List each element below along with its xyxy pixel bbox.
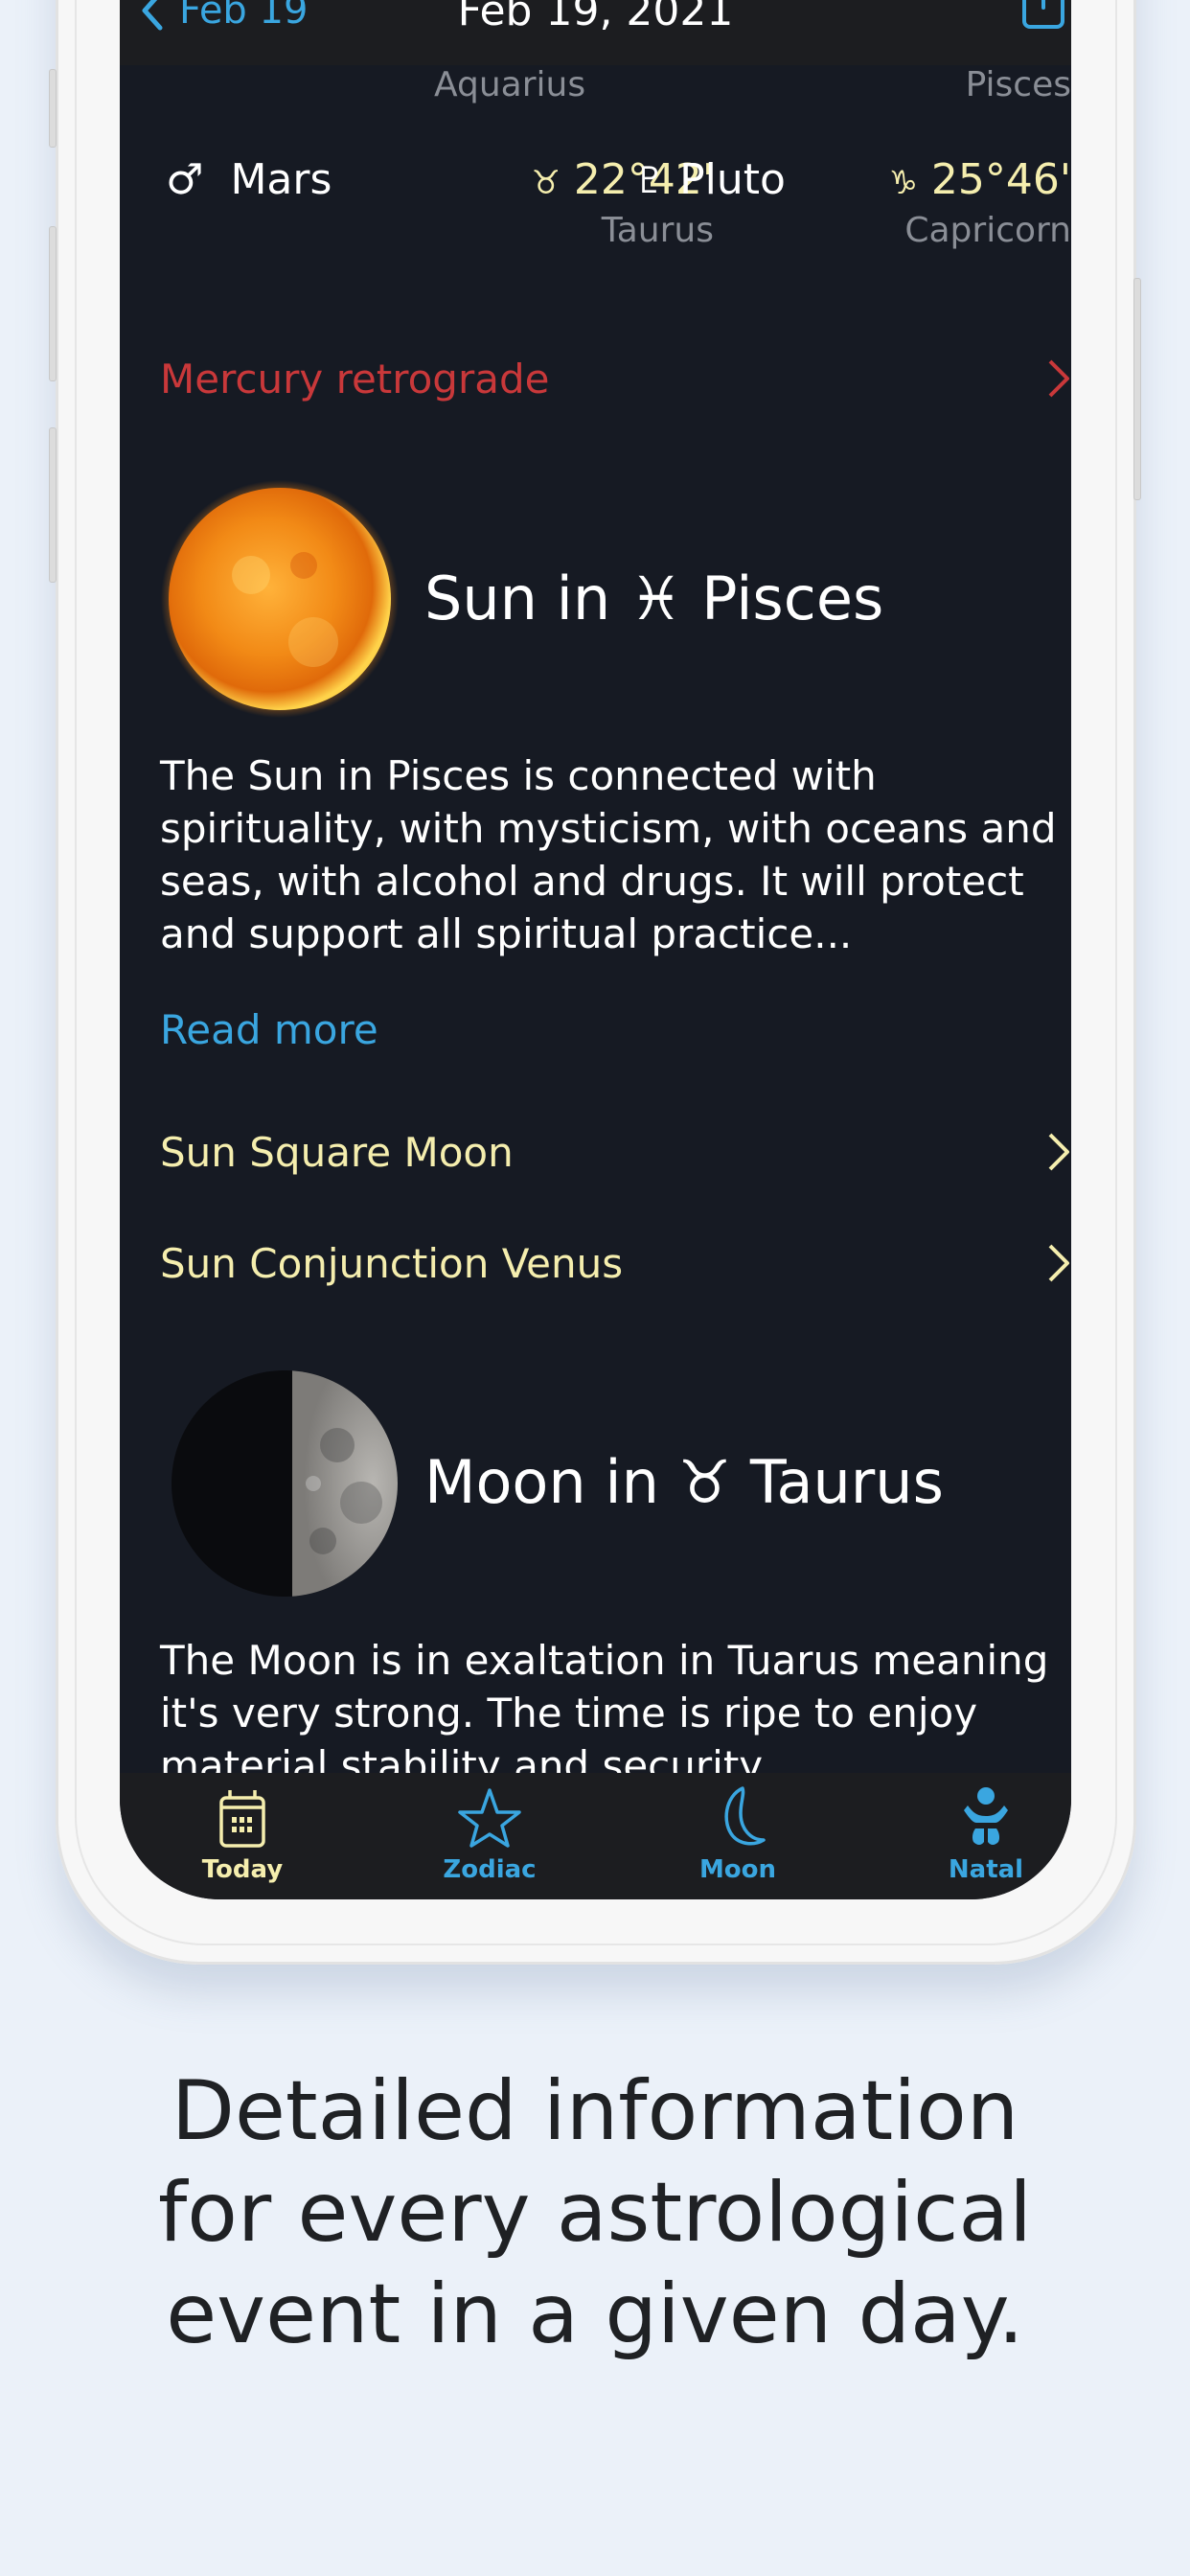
aspect-link-sun-conjunction-venus[interactable]: Sun Conjunction Venus — [160, 1234, 1071, 1292]
planet-mars[interactable]: ♂ Mars — [166, 155, 332, 204]
phone-volume-up-button — [49, 226, 57, 381]
caption-line: for every astrological — [157, 2165, 1033, 2261]
tab-label: Natal — [948, 1855, 1024, 1884]
tab-label: Moon — [698, 1855, 777, 1884]
planet-pluto[interactable]: ♇ Pluto — [633, 155, 786, 204]
moon-description: The Moon is in exaltation in Tuarus mean… — [160, 1637, 1049, 1789]
marketing-caption: Detailed information for every astrologi… — [0, 2060, 1190, 2365]
moon-section-heading: Moon in ♉ Taurus — [120, 1443, 1071, 1520]
tab-zodiac[interactable]: Zodiac — [413, 1773, 566, 1899]
planet-name: Mars — [230, 155, 332, 204]
star-icon — [458, 1788, 521, 1848]
tab-today[interactable]: Today — [166, 1773, 319, 1899]
planet-position: ♑ 25°46' — [888, 155, 1071, 204]
phone-side-button — [49, 69, 57, 148]
planet-sign: Capricorn — [904, 211, 1071, 250]
app-screen: Feb 19 Feb 19, 2021 Aquarius Pisces ♂ Ma… — [120, 0, 1071, 1899]
calendar-icon — [219, 1790, 265, 1848]
share-icon[interactable] — [1021, 0, 1065, 36]
caption-line: event in a given day. — [166, 2266, 1024, 2362]
read-more-link[interactable]: Read more — [160, 1006, 378, 1053]
aspect-label: Sun Square Moon — [160, 1128, 514, 1176]
tab-moon[interactable]: Moon — [661, 1773, 814, 1899]
planet-sign: Taurus — [601, 211, 714, 250]
page-title: Feb 19, 2021 — [457, 0, 734, 35]
phone-volume-down-button — [49, 427, 57, 583]
baby-icon — [964, 1787, 1008, 1845]
mercury-retrograde-link[interactable]: Mercury retrograde — [160, 350, 1071, 407]
planet-sign-pisces: Pisces — [965, 65, 1071, 104]
aspect-label: Sun Conjunction Venus — [160, 1239, 624, 1287]
tab-natal[interactable]: Natal — [909, 1773, 1063, 1899]
tab-bar: Today Zodiac Moon Natal — [120, 1773, 1071, 1899]
taurus-sign-icon: ♉ — [531, 164, 561, 202]
chevron-right-icon — [1048, 1244, 1069, 1282]
planet-name: Pluto — [679, 155, 786, 204]
event-label: Mercury retrograde — [160, 355, 550, 402]
chevron-right-icon — [1048, 1133, 1069, 1171]
tab-label: Zodiac — [443, 1855, 537, 1884]
sun-section-title: Sun in ♓ Pisces — [424, 563, 884, 633]
moon-section-title: Moon in ♉ Taurus — [424, 1446, 944, 1517]
chevron-right-icon — [1048, 359, 1069, 398]
moon-icon — [724, 1786, 766, 1846]
navigation-bar: Feb 19 Feb 19, 2021 — [120, 0, 1071, 65]
sun-section-heading: Sun in ♓ Pisces — [120, 560, 1071, 636]
aspect-link-sun-square-moon[interactable]: Sun Square Moon — [160, 1123, 1071, 1181]
capricorn-sign-icon: ♑ — [888, 164, 918, 202]
sun-description: The Sun in Pisces is connected with spir… — [160, 752, 1057, 957]
phone-power-button — [1133, 278, 1141, 500]
planet-sign-aquarius: Aquarius — [434, 65, 586, 104]
caption-line: Detailed information — [171, 2063, 1019, 2159]
pluto-symbol-icon: ♇ — [633, 158, 667, 201]
tab-label: Today — [201, 1855, 284, 1884]
mars-symbol-icon: ♂ — [166, 155, 204, 204]
